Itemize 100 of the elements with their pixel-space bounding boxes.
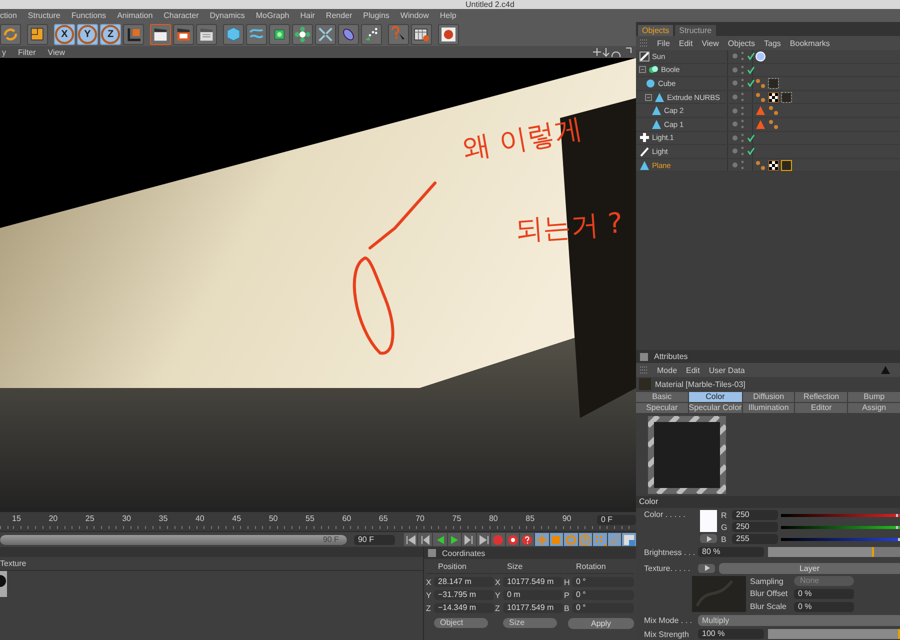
frame-number: 30 — [122, 513, 132, 523]
column-header: Position — [426, 562, 494, 574]
axis-label: Z — [426, 604, 432, 612]
material-name: Material [Marble-Tiles-03] — [655, 380, 746, 388]
dropdown[interactable]: Size — [503, 618, 557, 628]
axis-label: Z — [495, 604, 501, 612]
annotation-text: 되는거 ? — [514, 205, 624, 249]
frame-field[interactable]: 90 F — [354, 534, 395, 544]
axis-label: P — [564, 590, 570, 600]
menu-item[interactable]: Objects — [728, 38, 756, 48]
menu-item[interactable]: Plugins — [363, 11, 390, 20]
tab[interactable]: Specular Color — [688, 403, 742, 413]
parameter-label: Color . . . . . — [644, 510, 686, 519]
annotation-text: 왜 이렇게 — [460, 110, 586, 168]
number-field[interactable]: 28.147 m — [434, 577, 494, 587]
axis-label: Y — [495, 590, 501, 600]
toolbar-button[interactable]: X — [54, 24, 75, 44]
column-header: Rotation — [564, 562, 634, 574]
panel-tab[interactable]: Objects — [638, 25, 674, 36]
menu-item[interactable]: ction — [0, 11, 17, 20]
channel-label: R — [721, 510, 728, 520]
number-field[interactable]: 255 — [732, 534, 778, 544]
number-field[interactable]: 0 ° — [572, 590, 634, 600]
menu-item[interactable]: View — [48, 48, 65, 56]
menu-item[interactable]: View — [702, 38, 719, 48]
menu-item[interactable]: Window — [400, 11, 429, 20]
tab[interactable]: Diffusion — [742, 392, 794, 402]
panel-title: Attributes — [654, 352, 688, 361]
number-field[interactable]: 0 % — [794, 588, 854, 599]
menu-item[interactable]: MoGraph — [256, 11, 290, 20]
frame-number: 55 — [306, 513, 316, 523]
axis-label: X — [426, 578, 432, 586]
dropdown[interactable]: Object — [434, 618, 488, 628]
layer-button[interactable]: Layer — [719, 562, 900, 574]
tab[interactable]: Bump — [848, 392, 900, 402]
frame-number: 65 — [378, 513, 389, 523]
axis-label: H — [564, 578, 570, 586]
menu-item[interactable]: Help — [440, 11, 456, 20]
parameter-label: Blur Offset — [750, 589, 789, 598]
column-header: Size — [495, 562, 563, 574]
parameter-label: Mix Strength — [644, 630, 690, 638]
number-field[interactable]: 10177.549 m — [503, 603, 563, 613]
number-field[interactable]: −31.795 m — [434, 590, 494, 600]
toolbar-button[interactable]: Y — [77, 24, 98, 44]
tab[interactable]: Editor — [795, 403, 848, 413]
menu-item[interactable]: Animation — [117, 11, 153, 20]
menu-item[interactable]: Tags — [764, 38, 781, 48]
number-field[interactable]: 100 % — [698, 629, 764, 639]
frame-number: 25 — [85, 513, 96, 523]
menu-item[interactable]: Texture — [0, 559, 26, 568]
menu-item[interactable]: Mode — [657, 366, 678, 374]
frame-number: 80 — [488, 513, 499, 523]
parameter-label: Blur Scale — [750, 602, 788, 612]
number-field[interactable]: 0 ° — [572, 603, 634, 613]
frame-number: 35 — [158, 513, 169, 523]
axis-label: X — [495, 578, 501, 586]
apply-button[interactable]: Apply — [568, 618, 634, 629]
tab[interactable]: Basic — [636, 392, 688, 402]
panel-tab[interactable]: Structure — [675, 25, 716, 36]
tab[interactable]: Reflection — [795, 392, 848, 402]
menu-item[interactable]: Edit — [678, 38, 693, 48]
section-header: Color — [636, 496, 900, 508]
parameter-label: Texture. . . . . — [644, 564, 692, 572]
number-field[interactable]: 0 m — [503, 590, 563, 600]
range-slider[interactable]: 90 F — [0, 534, 347, 544]
toolbar-button[interactable]: Z — [100, 24, 121, 44]
number-field[interactable]: 10177.549 m — [503, 577, 563, 587]
channel-label: G — [721, 522, 728, 532]
frame-field[interactable]: 0 F — [597, 515, 636, 525]
frame-number: 40 — [195, 513, 206, 523]
frame-number: 45 — [232, 513, 242, 523]
frame-number: 70 — [416, 513, 426, 523]
frame-number: 60 — [342, 513, 352, 523]
tab[interactable]: Color — [688, 392, 742, 402]
frame-number: 15 — [12, 513, 22, 523]
tab[interactable]: Illumination — [742, 403, 794, 413]
number-field[interactable]: 250 — [732, 522, 778, 532]
menu-item[interactable]: Render — [326, 11, 352, 20]
menu-item[interactable]: File — [657, 38, 670, 48]
tab[interactable]: Assign — [848, 403, 900, 413]
menu-item[interactable]: Structure — [28, 11, 60, 20]
number-field[interactable]: 80 % — [698, 547, 764, 557]
number-field[interactable]: 0 ° — [572, 577, 634, 587]
menu-item[interactable]: Character — [164, 11, 199, 20]
menu-item[interactable]: Edit — [686, 366, 700, 374]
menu-item[interactable]: Hair — [300, 11, 315, 20]
menu-item[interactable]: y — [2, 48, 6, 56]
number-field[interactable]: 250 — [732, 510, 778, 520]
menu-item[interactable]: User Data — [708, 366, 745, 374]
axis-label: B — [564, 604, 570, 612]
number-field[interactable]: 0 % — [794, 602, 854, 612]
menu-item[interactable]: Dynamics — [210, 11, 245, 20]
menu-item[interactable]: Functions — [71, 11, 106, 20]
menu-item[interactable]: Filter — [18, 48, 36, 56]
tab[interactable]: Specular — [636, 403, 688, 413]
menu-item[interactable]: Bookmarks — [790, 38, 830, 48]
dropdown[interactable]: Multiply — [698, 614, 900, 626]
frame-number: 90 — [562, 513, 572, 523]
parameter-label: Brightness . . . — [644, 548, 694, 556]
number-field[interactable]: −14.349 m — [434, 603, 494, 613]
